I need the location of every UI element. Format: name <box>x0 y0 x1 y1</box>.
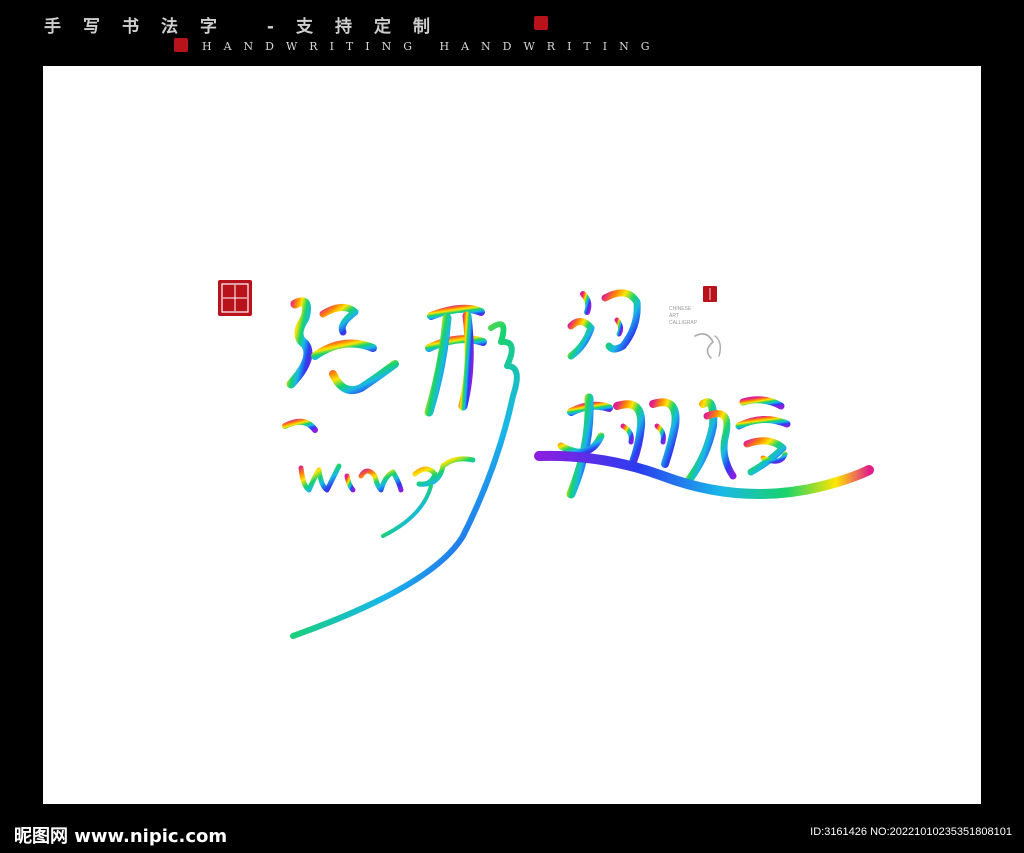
footer-logo[interactable]: 昵图网 www.nipic.com <box>14 822 227 848</box>
character-xing <box>290 304 520 639</box>
character-bang <box>685 396 791 484</box>
header: 手写书法字 -支持定制 HANDWRITING HANDWRITING <box>0 0 1024 66</box>
header-subtitle: HANDWRITING HANDWRITING <box>202 40 662 53</box>
artwork-canvas: CHINESE ART CALLIGRAP <box>43 66 981 804</box>
header-seal-left <box>174 38 188 52</box>
calligraphy-artwork <box>218 280 874 639</box>
character-yin <box>282 297 399 433</box>
signature-mark <box>694 333 722 359</box>
header-subtitle-text: HANDWRITING HANDWRITING <box>202 40 662 53</box>
seal-left <box>218 280 252 316</box>
header-title: 手写书法字 -支持定制 <box>44 17 452 37</box>
header-seal-right <box>534 16 548 30</box>
seal-right <box>703 286 717 302</box>
footer-id: ID:3161426 NO:20221010235351808101 <box>810 826 1012 838</box>
right-caption: CHINESE ART CALLIGRAP <box>669 306 698 326</box>
wing-script <box>298 456 476 538</box>
character-de <box>567 289 641 360</box>
